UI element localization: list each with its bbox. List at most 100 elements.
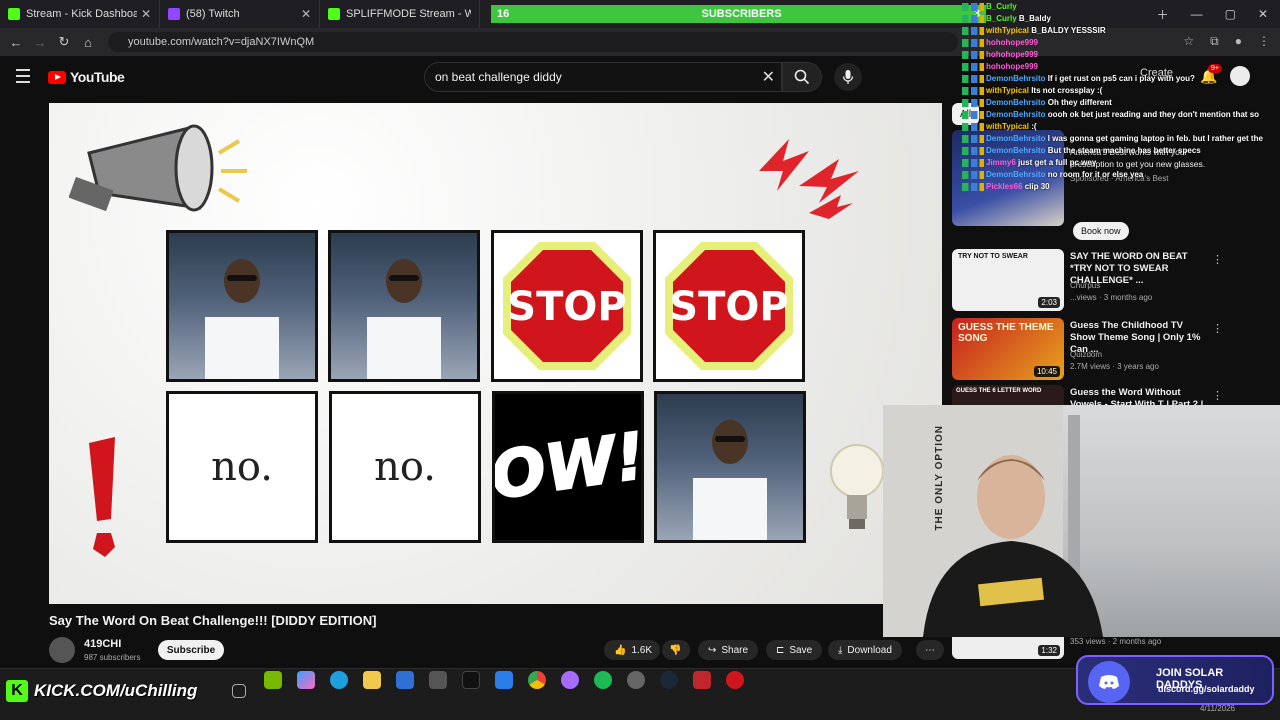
- task-view-icon[interactable]: [232, 684, 246, 698]
- url-field[interactable]: youtube.com/watch?v=djaNX7IWnQM: [108, 32, 958, 52]
- subscribe-button[interactable]: Subscribe: [158, 640, 224, 660]
- stop-sign-tile: STOP: [491, 230, 643, 382]
- recording-icon[interactable]: [726, 671, 744, 689]
- hamburger-menu-icon[interactable]: [16, 69, 30, 87]
- create-button[interactable]: Create: [1140, 67, 1173, 79]
- app-icon[interactable]: [693, 671, 711, 689]
- book-now-button[interactable]: Book now: [1073, 222, 1129, 240]
- star-icon[interactable]: ☆: [1183, 34, 1194, 49]
- thumbnail-text: GUESS THE THEME SONG: [958, 322, 1054, 344]
- share-icon: ↪: [708, 644, 717, 656]
- channel-avatar[interactable]: [49, 637, 75, 663]
- messenger-icon[interactable]: [561, 671, 579, 689]
- list-item[interactable]: TRY NOT TO SWEAR 2:03 SAY THE WORD ON BE…: [952, 249, 1272, 311]
- channel-name[interactable]: 419CHI: [84, 638, 121, 650]
- back-icon[interactable]: ←: [4, 35, 28, 50]
- diddy-photo-tile: [166, 230, 318, 382]
- stop-text: STOP: [507, 284, 626, 330]
- close-icon[interactable]: ✕: [141, 7, 151, 21]
- youtube-wordmark: YouTube: [70, 69, 125, 85]
- cam-sign-text: THE ONLY OPTION: [934, 425, 945, 531]
- search-input[interactable]: on beat challenge diddy ✕: [424, 62, 782, 92]
- more-actions-button[interactable]: ⋯: [916, 640, 944, 660]
- thumbs-down-icon: 👎: [669, 644, 682, 656]
- ad-card[interactable]: America's Best works with your prescript…: [952, 130, 1272, 226]
- forward-icon[interactable]: →: [28, 35, 52, 50]
- avatar[interactable]: [1230, 66, 1250, 86]
- tab-title: Stream - Kick Dashboard: [26, 8, 137, 20]
- kick-url: KICK.COM/uChilling: [34, 681, 198, 700]
- clear-search-icon[interactable]: ✕: [762, 67, 775, 87]
- video-player[interactable]: STOP STOP no. no. OW!: [49, 103, 942, 604]
- new-tab-icon[interactable]: ＋: [1157, 6, 1169, 23]
- extensions-icon[interactable]: ⧉: [1210, 34, 1219, 49]
- thumbnail-text: TRY NOT TO SWEAR: [958, 253, 1028, 260]
- search-icon: [794, 69, 810, 85]
- dislike-button[interactable]: 👎: [662, 640, 690, 660]
- store-icon[interactable]: [429, 671, 447, 689]
- tab-spliffmode[interactable]: SPLIFFMODE Stream - Watch Li: [320, 0, 480, 28]
- file-explorer-icon[interactable]: [363, 671, 381, 689]
- nvidia-icon[interactable]: [264, 671, 282, 689]
- list-item[interactable]: GUESS THE 6 LETTER WORD Guess the Word W…: [952, 385, 1272, 405]
- close-window-icon[interactable]: ✕: [1258, 7, 1268, 21]
- word-text: no.: [211, 444, 273, 490]
- tab-twitch[interactable]: (58) Twitch ✕: [160, 0, 320, 28]
- ad-sponsor: Sponsored · America's Best: [1070, 174, 1169, 183]
- stop-sign-icon: STOP: [503, 242, 631, 370]
- home-icon[interactable]: ⌂: [76, 35, 100, 50]
- more-icon[interactable]: ⋮: [1258, 34, 1270, 49]
- spotify-icon[interactable]: [594, 671, 612, 689]
- download-button[interactable]: ⤓ Download: [828, 640, 902, 660]
- kick-icon: [8, 8, 20, 20]
- mail-icon[interactable]: [495, 671, 513, 689]
- settings-gear-icon[interactable]: [627, 671, 645, 689]
- kick-icon: [328, 8, 340, 20]
- like-button[interactable]: 👍 1.6K: [604, 640, 660, 660]
- save-button[interactable]: ⊏ Save: [766, 640, 823, 660]
- address-bar-row: ← → ↻ ⌂ youtube.com/watch?v=djaNX7IWnQM …: [0, 28, 1280, 56]
- diddy-photo-tile: [654, 391, 806, 543]
- close-icon[interactable]: ✕: [301, 7, 311, 21]
- subscriber-goal-bar: 16 SUBSCRIBERS 3: [491, 5, 986, 23]
- browser-toolbar: ☆ ⧉ ● ⋮: [1183, 34, 1270, 49]
- video-duration: 10:45: [1033, 366, 1060, 377]
- channel-name: Churpus: [1070, 281, 1101, 290]
- reload-icon[interactable]: ↻: [52, 34, 76, 50]
- word-tile: no.: [166, 391, 318, 543]
- steam-icon[interactable]: [660, 671, 678, 689]
- person-figure: [367, 259, 441, 379]
- tiktok-icon[interactable]: [462, 671, 480, 689]
- tab-title: SPLIFFMODE Stream - Watch Li: [346, 8, 471, 20]
- edge-icon[interactable]: [330, 671, 348, 689]
- more-options-icon[interactable]: ⋮: [1212, 253, 1223, 266]
- notification-count: 9+: [1208, 64, 1222, 73]
- goal-label: SUBSCRIBERS: [701, 8, 782, 20]
- copilot-icon[interactable]: [297, 671, 315, 689]
- word-tile: no.: [329, 391, 481, 543]
- minimize-icon[interactable]: —: [1191, 7, 1203, 21]
- stop-sign-icon: STOP: [665, 242, 793, 370]
- share-button[interactable]: ↪ Share: [698, 640, 759, 660]
- more-options-icon[interactable]: ⋮: [1212, 322, 1223, 335]
- calculator-icon[interactable]: [396, 671, 414, 689]
- maximize-icon[interactable]: ▢: [1225, 7, 1236, 21]
- list-item[interactable]: GUESS THE THEME SONG 10:45 Guess The Chi…: [952, 318, 1272, 380]
- more-options-icon[interactable]: ⋮: [1212, 389, 1223, 402]
- subscriber-count: 987 subscribers: [84, 653, 141, 662]
- word-text: no.: [374, 444, 436, 490]
- chip-all[interactable]: All: [952, 103, 980, 125]
- video-thumbnail: GUESS THE 6 LETTER WORD: [952, 385, 1064, 405]
- download-label: Download: [847, 644, 892, 656]
- bookmark-icon: ⊏: [776, 644, 785, 656]
- discord-url: discord.gg/solardaddy: [1158, 684, 1255, 694]
- search-button[interactable]: [782, 62, 822, 92]
- chat-text: oooh ok bet just reading and they don't …: [1047, 110, 1260, 119]
- chat-username: DemonBehrsito: [986, 110, 1046, 119]
- notifications-bell-icon[interactable]: 🔔 9+: [1200, 64, 1222, 85]
- profile-icon[interactable]: ●: [1235, 34, 1242, 49]
- youtube-logo[interactable]: YouTube: [48, 69, 125, 85]
- voice-search-button[interactable]: [834, 63, 862, 91]
- chrome-icon[interactable]: [528, 671, 546, 689]
- tab-kick-dashboard[interactable]: Stream - Kick Dashboard ✕: [0, 0, 160, 28]
